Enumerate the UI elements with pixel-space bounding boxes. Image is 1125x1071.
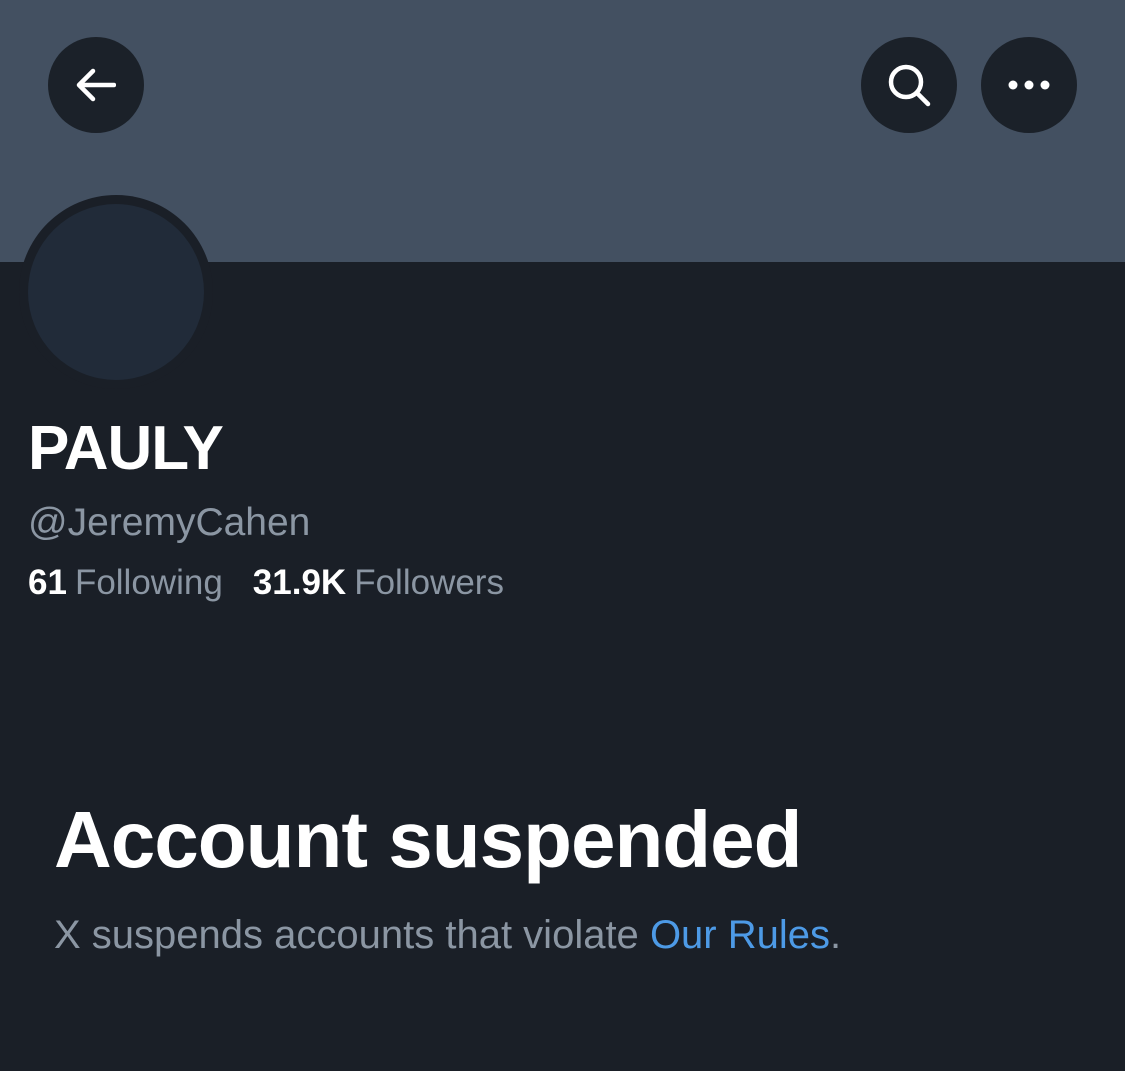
search-icon [887,63,931,107]
followers-count: 31.9K [252,563,347,602]
more-horizontal-icon [1008,80,1050,90]
suspended-message-period: . [830,913,842,957]
more-options-button[interactable] [981,37,1077,133]
following-count: 61 [28,563,67,602]
followers-link[interactable]: 31.9K Followers [253,562,504,604]
suspended-message: X suspends accounts that violate Our Rul… [54,910,841,960]
search-button[interactable] [861,37,957,133]
avatar[interactable] [28,204,204,380]
profile-stats: 61 Following 31.9K Followers [28,562,504,604]
following-label: Following [74,563,223,602]
back-button[interactable] [48,37,144,133]
following-link[interactable]: 61 Following [28,562,223,604]
avatar-frame [19,195,213,389]
suspended-message-text: X suspends accounts that violate [54,913,639,957]
arrow-left-icon [76,68,116,102]
profile-handle: @JeremyCahen [28,501,311,544]
suspended-title: Account suspended [54,795,803,884]
our-rules-link[interactable]: Our Rules [650,913,830,957]
followers-label: Followers [354,563,504,602]
profile-display-name: PAULY [28,414,224,483]
profile-screen: PAULY @JeremyCahen 61 Following 31.9K Follo… [0,0,1125,1071]
